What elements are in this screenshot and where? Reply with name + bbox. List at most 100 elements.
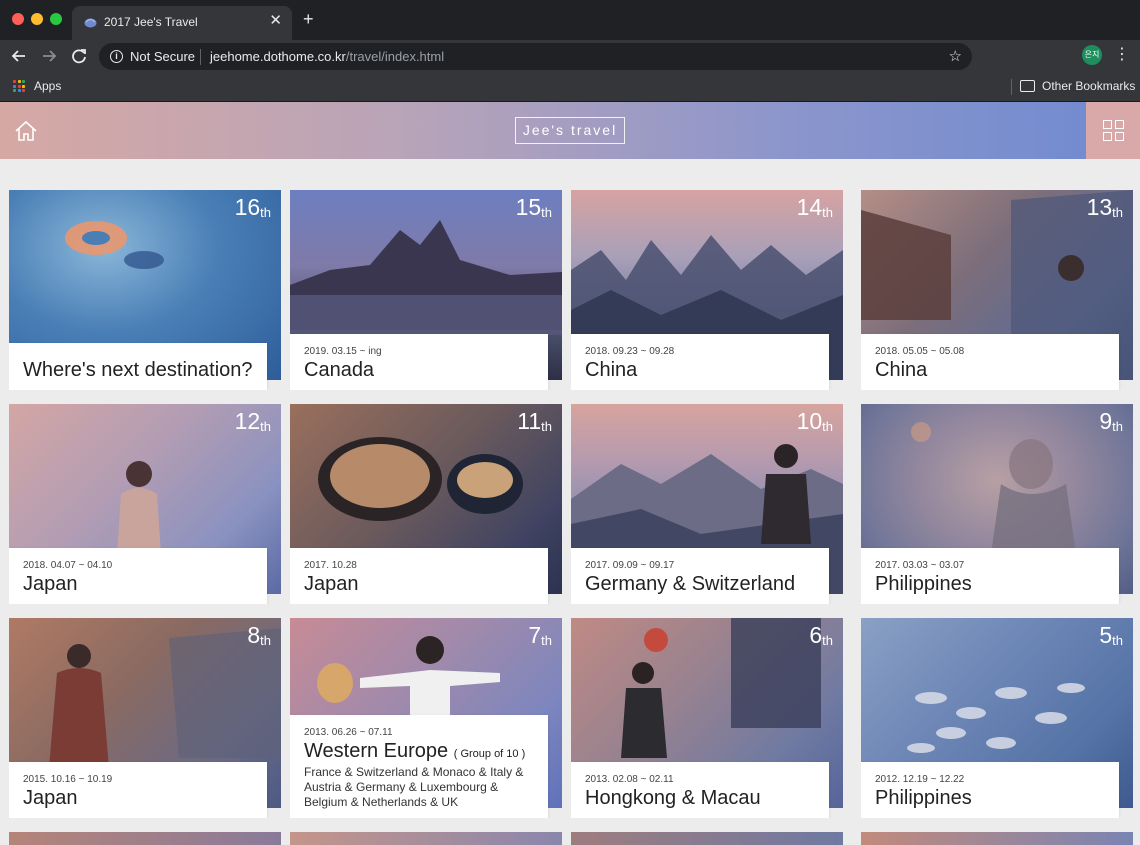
grid-icon <box>1103 132 1112 141</box>
card-caption: Where's next destination? <box>9 343 267 390</box>
card-caption: 2017. 10.28 Japan <box>290 548 548 604</box>
other-bookmarks[interactable]: Other Bookmarks <box>1042 79 1135 93</box>
card-place: Philippines <box>875 573 972 595</box>
card-ordinal: 11th <box>517 408 552 434</box>
card-ordinal: 16th <box>234 194 271 220</box>
travel-card[interactable]: 11th 2017. 10.28 Japan <box>290 404 562 604</box>
tab-close-icon[interactable]: ✕ <box>269 13 282 28</box>
web-page: Jee's travel 16th Where's next destinati… <box>0 102 1140 845</box>
card-caption: 2013. 06.26 ~ 07.11 Western Europe ( Gro… <box>290 715 548 818</box>
travel-card-partial[interactable] <box>290 832 562 845</box>
card-place: Germany & Switzerland <box>585 573 796 595</box>
window-close-button[interactable] <box>12 13 24 25</box>
info-icon[interactable]: i <box>110 50 123 63</box>
site-header: Jee's travel <box>0 102 1140 159</box>
browser-tab-bar: 2017 Jee's Travel ✕ + <box>0 0 1140 40</box>
card-ordinal: 9th <box>1099 408 1123 434</box>
profile-avatar[interactable]: 은지 <box>1082 45 1102 65</box>
travel-card[interactable]: 7th 2013. 06.26 ~ 07.11 Western Europe (… <box>290 618 562 818</box>
card-ordinal: 10th <box>796 408 833 434</box>
card-date: 2017. 10.28 <box>304 560 357 571</box>
card-caption: 2017. 03.03 ~ 03.07 Philippines <box>861 548 1119 604</box>
card-caption: 2018. 09.23 ~ 09.28 China <box>571 334 829 390</box>
bookmark-star-icon[interactable]: ☆ <box>949 47 962 65</box>
travel-card-partial[interactable] <box>861 832 1133 845</box>
card-ordinal: 8th <box>247 622 271 648</box>
card-ordinal: 7th <box>528 622 552 648</box>
card-place: Where's next destination? <box>23 359 253 381</box>
card-caption: 2013. 02.08 ~ 02.11 Hongkong & Macau <box>571 762 829 818</box>
card-place: Japan <box>304 573 359 595</box>
travel-card[interactable]: 9th 2017. 03.03 ~ 03.07 Philippines <box>861 404 1133 604</box>
back-icon[interactable] <box>8 45 30 67</box>
apps-bookmark[interactable]: Apps <box>34 79 61 93</box>
card-date: 2017. 03.03 ~ 03.07 <box>875 560 965 571</box>
travel-card[interactable]: 15th 2019. 03.15 ~ ing Canada <box>290 190 562 390</box>
grid-view-button[interactable] <box>1086 102 1140 159</box>
card-ordinal: 12th <box>234 408 271 434</box>
card-date: 2013. 06.26 ~ 07.11 <box>304 727 393 738</box>
travel-card[interactable]: 13th 2018. 05.05 ~ 05.08 China <box>861 190 1133 390</box>
browser-menu-icon[interactable]: ⋮ <box>1114 45 1130 65</box>
grid-icon <box>1115 132 1124 141</box>
card-ordinal: 13th <box>1086 194 1123 220</box>
url-text[interactable]: jeehome.dothome.co.kr/travel/index.html <box>210 49 444 64</box>
grid-icon <box>1103 120 1112 129</box>
favicon-icon <box>84 18 97 28</box>
card-date: 2018. 04.07 ~ 04.10 <box>23 560 113 571</box>
card-place: Japan <box>23 787 78 809</box>
card-ordinal: 6th <box>809 622 833 648</box>
card-place: Hongkong & Macau <box>585 787 761 809</box>
apps-grid-icon[interactable] <box>13 80 25 92</box>
card-place: Western Europe ( Group of 10 ) <box>304 740 534 763</box>
card-place: China <box>875 359 928 381</box>
travel-card[interactable]: 5th 2012. 12.19 ~ 12.22 Philippines <box>861 618 1133 818</box>
card-place: Japan <box>23 573 78 595</box>
window-minimize-button[interactable] <box>31 13 43 25</box>
card-caption: 2012. 12.19 ~ 12.22 Philippines <box>861 762 1119 818</box>
security-label[interactable]: Not Secure <box>130 49 195 64</box>
card-place: Philippines <box>875 787 972 809</box>
travel-card[interactable]: 14th 2018. 09.23 ~ 09.28 China <box>571 190 843 390</box>
reload-icon[interactable] <box>68 45 90 67</box>
card-ordinal: 5th <box>1099 622 1123 648</box>
card-caption: 2015. 10.16 ~ 10.19 Japan <box>9 762 267 818</box>
url-path: /travel/index.html <box>345 49 445 64</box>
bookmarks-divider <box>1011 79 1012 95</box>
card-caption: 2018. 04.07 ~ 04.10 Japan <box>9 548 267 604</box>
card-caption: 2019. 03.15 ~ ing Canada <box>290 334 548 390</box>
card-group-note: ( Group of 10 ) <box>453 748 526 760</box>
card-date: 2019. 03.15 ~ ing <box>304 346 382 357</box>
travel-card[interactable]: 12th 2018. 04.07 ~ 04.10 Japan <box>9 404 281 604</box>
travel-card-partial[interactable] <box>571 832 843 845</box>
url-divider <box>200 49 201 65</box>
folder-icon[interactable] <box>1020 80 1035 92</box>
card-date: 2018. 05.05 ~ 05.08 <box>875 346 965 357</box>
site-title[interactable]: Jee's travel <box>515 117 625 144</box>
browser-tab[interactable]: 2017 Jee's Travel ✕ <box>72 6 292 40</box>
bookmarks-bar: Apps Other Bookmarks <box>0 72 1140 102</box>
travel-card[interactable]: 8th 2015. 10.16 ~ 10.19 Japan <box>9 618 281 818</box>
url-host: jeehome.dothome.co.kr <box>210 49 346 64</box>
travel-card[interactable]: 16th Where's next destination? <box>9 190 281 390</box>
card-caption: 2018. 05.05 ~ 05.08 China <box>861 334 1119 390</box>
card-date: 2013. 02.08 ~ 02.11 <box>585 774 674 785</box>
travel-card-partial[interactable] <box>9 832 281 845</box>
card-date: 2015. 10.16 ~ 10.19 <box>23 774 113 785</box>
card-place: China <box>585 359 638 381</box>
travel-card[interactable]: 10th 2017. 09.09 ~ 09.17 Germany & Switz… <box>571 404 843 604</box>
new-tab-button[interactable]: + <box>303 10 314 28</box>
travel-card[interactable]: 6th 2013. 02.08 ~ 02.11 Hongkong & Macau <box>571 618 843 818</box>
home-icon[interactable] <box>12 117 40 145</box>
tab-title: 2017 Jee's Travel <box>104 15 198 29</box>
address-bar[interactable]: i Not Secure jeehome.dothome.co.kr/trave… <box>99 43 972 70</box>
window-zoom-button[interactable] <box>50 13 62 25</box>
forward-icon[interactable] <box>38 45 60 67</box>
card-date: 2017. 09.09 ~ 09.17 <box>585 560 675 571</box>
card-place: Canada <box>304 359 375 381</box>
card-date: 2018. 09.23 ~ 09.28 <box>585 346 675 357</box>
card-countries: France & Switzerland & Monaco & Italy & … <box>304 765 524 809</box>
browser-toolbar: i Not Secure jeehome.dothome.co.kr/trave… <box>0 40 1140 72</box>
grid-icon <box>1115 120 1124 129</box>
card-place-name: Western Europe <box>304 740 449 762</box>
